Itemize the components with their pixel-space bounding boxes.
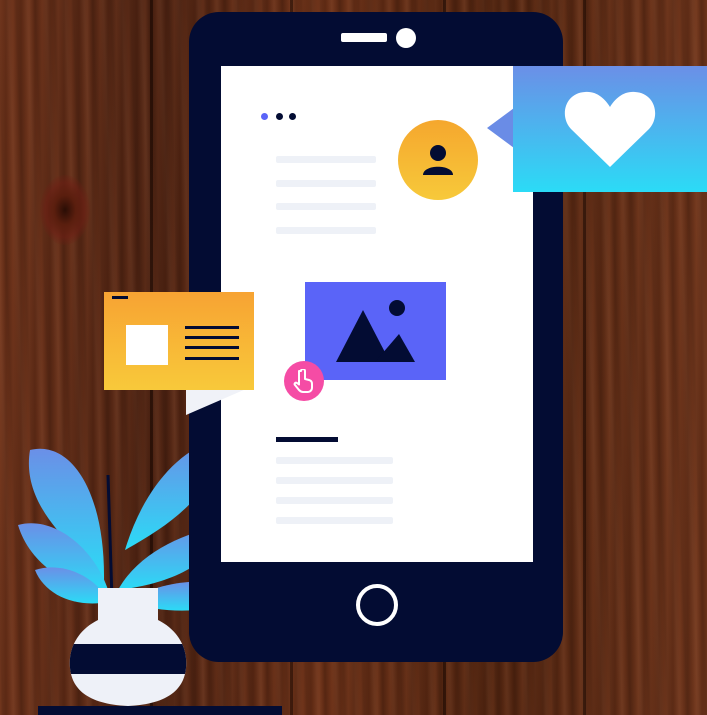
doc-text-line — [185, 357, 239, 360]
phone-speaker — [341, 33, 387, 42]
text-placeholder-line — [276, 156, 376, 163]
text-placeholder-line — [276, 477, 393, 484]
text-placeholder-line — [276, 203, 376, 210]
wood-knot — [40, 175, 90, 245]
text-placeholder-line — [276, 227, 376, 234]
doc-text-line — [185, 336, 239, 339]
text-placeholder-line — [276, 457, 393, 464]
doc-text-line — [185, 346, 239, 349]
vase — [69, 588, 187, 706]
text-placeholder-line — [276, 497, 393, 504]
like-card[interactable] — [513, 66, 707, 192]
doc-text-line — [185, 326, 239, 329]
heading-placeholder — [276, 437, 338, 442]
doc-card-tail — [186, 389, 246, 415]
text-placeholder-line — [276, 180, 376, 187]
doc-card-title-bar — [112, 296, 128, 299]
home-button-icon[interactable] — [356, 584, 398, 626]
menu-dot-icon[interactable] — [261, 113, 268, 120]
heart-card-tail — [487, 108, 514, 148]
tap-hand-icon-glyph — [293, 369, 313, 393]
user-icon — [423, 145, 453, 175]
avatar[interactable] — [398, 120, 478, 200]
image-card[interactable] — [305, 282, 446, 380]
tap-hand-icon[interactable] — [284, 361, 324, 401]
phone-camera — [396, 28, 416, 48]
menu-dot-icon[interactable] — [276, 113, 283, 120]
text-placeholder-line — [276, 517, 393, 524]
shelf — [38, 706, 282, 715]
heart-icon — [564, 91, 656, 167]
menu-dot-icon[interactable] — [289, 113, 296, 120]
image-icon — [336, 300, 415, 362]
image-thumbnail-icon — [126, 325, 168, 365]
